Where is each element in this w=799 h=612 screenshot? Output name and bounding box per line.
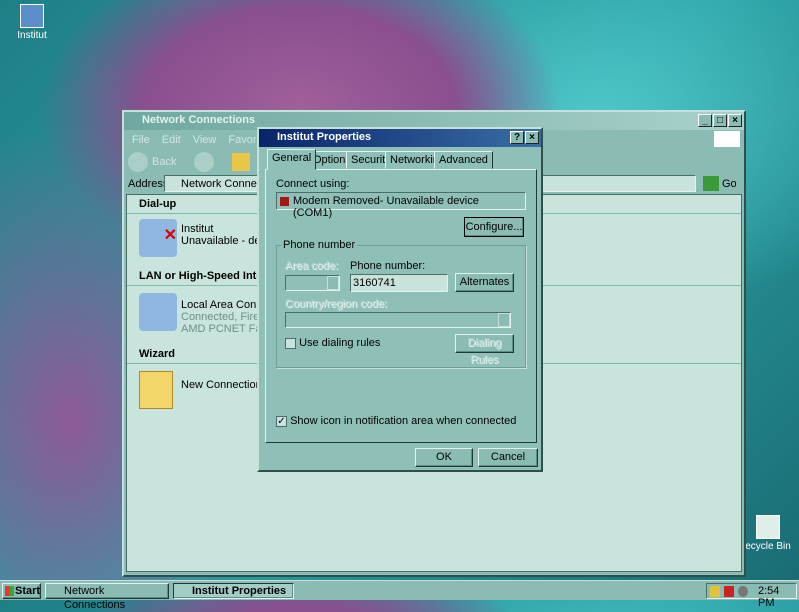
checkbox[interactable] — [285, 337, 296, 349]
start-label: Start — [15, 585, 41, 597]
windows-logo-icon — [714, 131, 740, 147]
show-icon-checkbox[interactable]: ✓ Show icon in notification area when co… — [276, 415, 516, 427]
window-title: Network Connections — [142, 114, 256, 126]
alternates-button[interactable]: Alternates — [455, 273, 514, 292]
help-button[interactable]: ? — [510, 131, 524, 144]
dialup-connection-icon: ✕ — [139, 219, 177, 257]
device-name: Modem Removed- Unavailable device (COM1) — [293, 195, 479, 219]
desktop-icon-recycle-bin[interactable]: ecycle Bin — [742, 515, 794, 552]
dialing-rules-button: Dialing Rules — [455, 334, 514, 366]
configure-button[interactable]: Configure... — [464, 217, 524, 237]
connect-using-label: Connect using: — [276, 178, 350, 190]
menu-file[interactable]: File — [132, 134, 150, 146]
minimize-button[interactable]: _ — [698, 114, 712, 127]
country-code-label: Country/region code: — [285, 298, 388, 310]
chevron-down-icon — [327, 276, 339, 290]
menu-view[interactable]: View — [193, 134, 217, 146]
start-button[interactable]: Start — [2, 583, 41, 599]
menu-edit[interactable]: Edit — [162, 134, 181, 146]
tab-panel-general: Connect using: Modem Removed- Unavailabl… — [265, 169, 537, 443]
desktop-icon-label: ecycle Bin — [745, 541, 791, 552]
group-label: Phone number — [281, 239, 358, 251]
close-button[interactable]: × — [728, 114, 742, 127]
close-button[interactable]: × — [525, 131, 539, 144]
taskbar: Start Network Connections Institut Prope… — [0, 580, 799, 611]
ok-button[interactable]: OK — [415, 448, 473, 467]
phone-number-group: Phone number Area code: Phone number: 31… — [276, 239, 526, 368]
checkbox-label: Use dialing rules — [299, 337, 381, 349]
modem-removed-icon — [280, 197, 289, 206]
dialup-shortcut-icon — [20, 4, 44, 28]
toolbar: Back — [128, 152, 251, 172]
area-code-label: Area code: — [285, 260, 339, 272]
device-field: Modem Removed- Unavailable device (COM1) — [276, 192, 526, 219]
title-bar: Institut Properties — [259, 129, 541, 147]
phone-number-input[interactable]: 3160741 — [350, 274, 448, 292]
recycle-bin-icon — [756, 515, 780, 539]
phone-number-label: Phone number: — [350, 260, 426, 272]
checkbox-label: Show icon in notification area when conn… — [290, 415, 517, 427]
wizard-icon — [139, 371, 173, 409]
phone-number-value: 3160741 — [353, 277, 396, 289]
desktop-icon-institut[interactable]: Institut — [7, 4, 57, 41]
dialog-title: Institut Properties — [277, 131, 372, 143]
back-button[interactable]: Back — [152, 156, 176, 168]
maximize-button[interactable]: □ — [713, 114, 727, 127]
back-arrow-icon[interactable] — [128, 152, 148, 172]
area-code-select — [285, 275, 340, 291]
antivirus-icon[interactable] — [724, 586, 734, 597]
lan-connection-icon — [139, 293, 177, 331]
address-label: Address — [128, 178, 169, 190]
system-tray: 2:54 PM — [706, 583, 797, 609]
task-institut-properties[interactable]: Institut Properties — [173, 583, 294, 599]
use-dialing-rules-checkbox[interactable]: Use dialing rules — [285, 337, 380, 349]
chevron-down-icon — [498, 313, 510, 327]
shield-icon[interactable] — [710, 586, 720, 597]
forward-arrow-icon[interactable] — [194, 152, 215, 172]
checkbox-checked[interactable]: ✓ — [276, 415, 287, 427]
go-button[interactable]: Go — [722, 178, 737, 190]
tab-strip: General Options Security Networking Adva… — [267, 149, 543, 171]
tab-advanced[interactable]: Advanced — [434, 151, 493, 169]
institut-properties-dialog: Institut Properties ? × General Options … — [257, 127, 543, 472]
task-network-connections[interactable]: Network Connections — [45, 583, 169, 611]
go-arrow-icon[interactable] — [703, 176, 719, 191]
up-folder-icon[interactable] — [232, 153, 251, 171]
windows-flag-icon — [5, 586, 14, 596]
desktop-icon-label: Institut — [17, 30, 47, 41]
country-code-select — [285, 312, 511, 328]
cancel-button[interactable]: Cancel — [478, 448, 538, 467]
network-tray-icon[interactable] — [738, 586, 748, 597]
tab-general[interactable]: General — [267, 149, 317, 170]
clock[interactable]: 2:54 PM — [758, 585, 796, 609]
